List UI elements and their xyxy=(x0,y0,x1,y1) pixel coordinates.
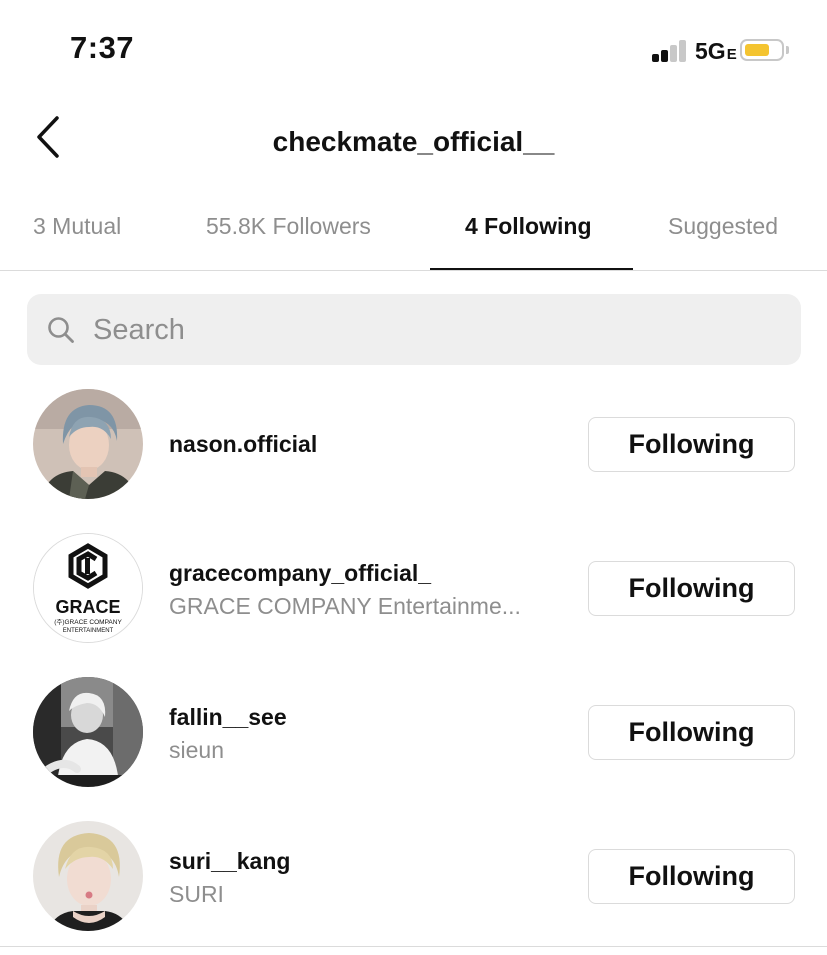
avatar[interactable] xyxy=(33,389,143,499)
username[interactable]: nason.official xyxy=(169,431,317,458)
list-item: nason.official Following xyxy=(0,389,827,501)
following-button[interactable]: Following xyxy=(588,849,795,904)
page-title: checkmate_official__ xyxy=(272,126,555,157)
full-name: SURI xyxy=(169,881,224,907)
following-button[interactable]: Following xyxy=(588,417,795,472)
following-button[interactable]: Following xyxy=(588,705,795,760)
tab-followers[interactable]: 55.8K Followers xyxy=(206,213,371,240)
tab-mutual[interactable]: 3 Mutual xyxy=(33,213,121,240)
divider xyxy=(0,270,827,271)
divider xyxy=(0,946,827,947)
status-time: 7:37 xyxy=(70,30,135,65)
svg-text:(주)GRACE COMPANY: (주)GRACE COMPANY xyxy=(54,618,122,626)
username[interactable]: fallin__see xyxy=(169,704,287,731)
list-item: suri__kang SURI Following xyxy=(0,821,827,933)
username[interactable]: gracecompany_official_ xyxy=(169,560,431,587)
full-name: GRACE COMPANY Entertainme... xyxy=(169,593,521,619)
tab-bar: 3 Mutual 55.8K Followers 4 Following Sug… xyxy=(0,195,827,271)
network-label: 5GE xyxy=(695,38,737,64)
full-name: sieun xyxy=(169,737,224,763)
svg-text:ENTERTAINMENT: ENTERTAINMENT xyxy=(63,628,114,634)
username[interactable]: suri__kang xyxy=(169,848,290,875)
search-input[interactable] xyxy=(91,306,775,354)
avatar[interactable] xyxy=(33,821,143,931)
following-button[interactable]: Following xyxy=(588,561,795,616)
tab-following[interactable]: 4 Following xyxy=(465,213,592,240)
avatar[interactable] xyxy=(33,677,143,787)
battery-cap xyxy=(786,46,789,54)
status-indicators: 5GE xyxy=(652,38,802,64)
battery-icon xyxy=(740,39,784,61)
cellular-signal-icon xyxy=(652,38,694,62)
svg-text:GRACE: GRACE xyxy=(55,597,120,617)
list-item: GRACE (주)GRACE COMPANY ENTERTAINMENT gra… xyxy=(0,533,827,645)
tab-suggested[interactable]: Suggested xyxy=(668,213,778,240)
avatar[interactable]: GRACE (주)GRACE COMPANY ENTERTAINMENT xyxy=(33,533,143,643)
search-bar[interactable] xyxy=(27,294,801,365)
search-icon xyxy=(48,317,74,343)
list-item: fallin__see sieun Following xyxy=(0,677,827,789)
